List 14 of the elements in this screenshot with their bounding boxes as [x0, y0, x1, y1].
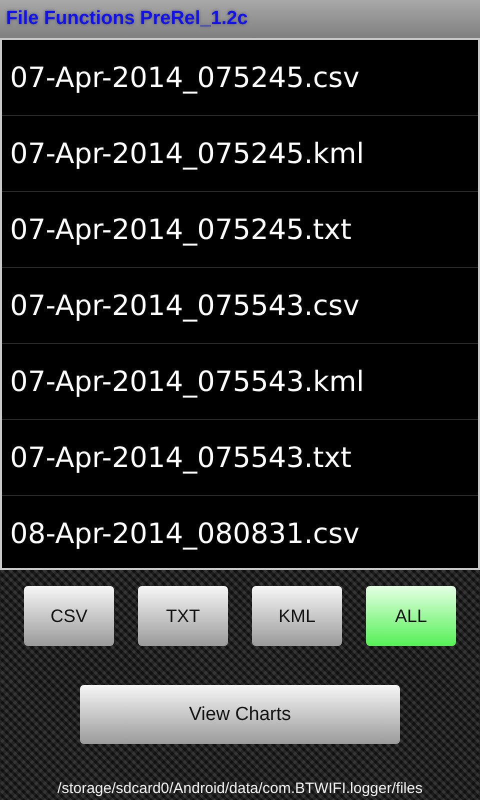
- file-item[interactable]: 07-Apr-2014_075245.kml: [2, 116, 478, 192]
- filter-button[interactable]: TXT: [138, 586, 228, 646]
- filter-button[interactable]: KML: [252, 586, 342, 646]
- filter-button[interactable]: ALL: [366, 586, 456, 646]
- window-title: File Functions PreRel_1.2c: [6, 8, 248, 30]
- file-item[interactable]: 07-Apr-2014_075543.csv: [2, 268, 478, 344]
- filter-button[interactable]: CSV: [24, 586, 114, 646]
- file-item[interactable]: 07-Apr-2014_075245.csv: [2, 40, 478, 116]
- file-item[interactable]: 07-Apr-2014_075245.txt: [2, 192, 478, 268]
- view-charts-button[interactable]: View Charts: [80, 685, 400, 744]
- file-item[interactable]: 07-Apr-2014_075543.kml: [2, 344, 478, 420]
- folder-path: /storage/sdcard0/Android/data/com.BTWIFI.logger/files: [57, 780, 423, 797]
- file-item[interactable]: 08-Apr-2014_080831.csv: [2, 496, 478, 568]
- file-item[interactable]: 07-Apr-2014_075543.txt: [2, 420, 478, 496]
